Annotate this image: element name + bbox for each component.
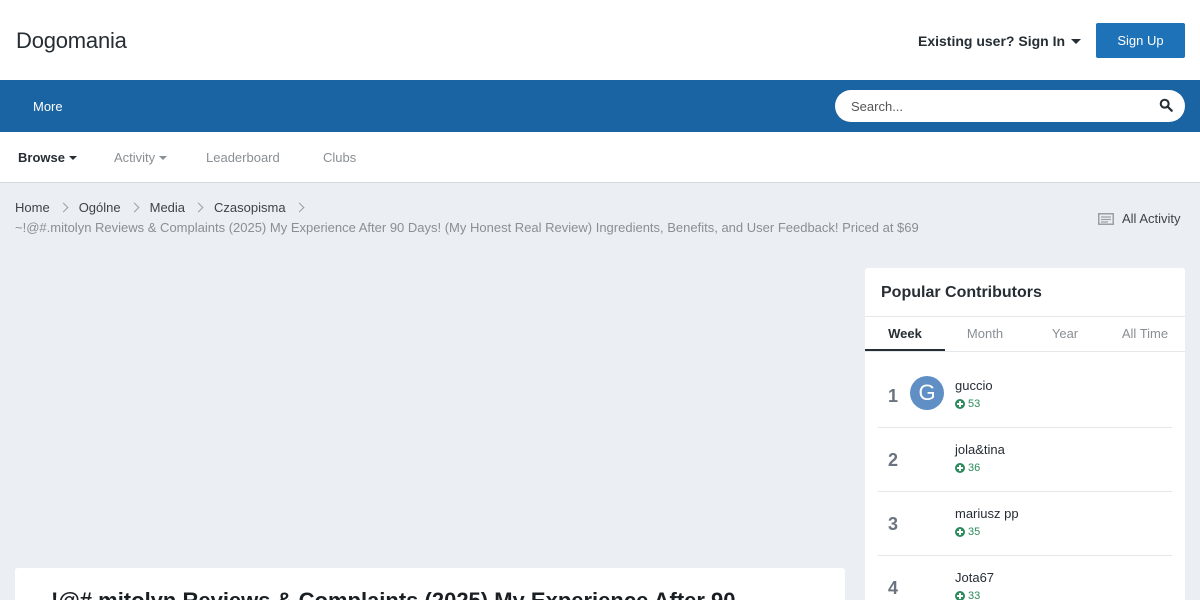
breadcrumb-media[interactable]: Media [150,200,185,215]
post-card: !@#.mitolyn Reviews & Complaints (2025) … [15,568,845,600]
tab-browse[interactable]: Browse [18,150,77,165]
search-input[interactable] [835,90,1135,122]
tab-year[interactable]: Year [1025,317,1105,351]
plus-circle-icon [955,527,965,537]
leader-rank: 4 [888,578,899,598]
leader-name[interactable]: guccio [955,378,993,393]
list-item: 3 mariusz pp 35 [878,492,1172,556]
chevron-down-icon [159,155,168,160]
plus-circle-icon [955,463,965,473]
search-button[interactable] [1159,98,1175,114]
secondary-nav: Browse Activity Leaderboard Clubs [0,132,1200,183]
leader-name[interactable]: mariusz pp [955,506,1019,521]
chevron-right-icon [294,202,305,213]
chevron-down-icon [1071,38,1082,44]
leader-list: 1 G guccio 53 2 jola&tina 36 3 mariusz p… [878,364,1172,600]
chevron-down-icon [68,155,77,160]
tab-clubs-label: Clubs [323,150,357,165]
post-title: !@#.mitolyn Reviews & Complaints (2025) … [51,588,736,600]
breadcrumb-home[interactable]: Home [15,200,50,215]
tab-week[interactable]: Week [865,317,945,351]
site-logo[interactable]: Dogomania [16,28,127,54]
leader-score: 36 [955,462,980,474]
list-item: 2 jola&tina 36 [878,428,1172,492]
breadcrumb-czasopisma[interactable]: Czasopisma [214,200,286,215]
widget-title: Popular Contributors [881,284,1042,301]
leader-score-value: 36 [968,462,981,474]
tab-leaderboard-label: Leaderboard [206,150,280,165]
chevron-right-icon [193,202,204,213]
site-header: Dogomania Existing user? Sign In Sign Up [0,0,1200,80]
plus-circle-icon [955,399,965,409]
chevron-right-icon [129,202,140,213]
breadcrumb-current: ~!@#.mitolyn Reviews & Complaints (2025)… [15,220,919,235]
search-icon [1159,98,1173,112]
widget-tabs: Week Month Year All Time [865,316,1185,352]
nav-more-link[interactable]: More [33,99,63,114]
leader-score-value: 33 [968,590,981,600]
tab-browse-label: Browse [18,150,65,165]
tab-activity-label: Activity [114,150,156,165]
leader-score: 35 [955,526,980,538]
leader-rank: 1 [888,386,899,406]
breadcrumb: Home Ogólne Media Czasopisma [15,200,315,215]
list-item: 1 G guccio 53 [878,364,1172,428]
sign-in-label: Existing user? Sign In [918,33,1066,49]
list-item: 4 Jota67 33 [878,556,1172,600]
tab-leaderboard[interactable]: Leaderboard [206,150,280,165]
leader-rank: 3 [888,514,899,534]
tab-clubs[interactable]: Clubs [323,150,356,165]
search-box [835,90,1185,122]
chevron-right-icon [58,202,69,213]
sign-in-dropdown[interactable]: Existing user? Sign In [918,33,1082,49]
all-activity-link[interactable]: All Activity [1098,211,1181,226]
sign-up-button[interactable]: Sign Up [1096,23,1185,58]
tab-month[interactable]: Month [945,317,1025,351]
tab-all-time[interactable]: All Time [1105,317,1185,351]
activity-feed-icon [1098,212,1114,225]
leader-name[interactable]: Jota67 [955,570,994,585]
leader-name[interactable]: jola&tina [955,442,1005,457]
avatar[interactable]: G [910,376,944,410]
leader-score: 33 [955,590,980,600]
plus-circle-icon [955,591,965,600]
breadcrumb-ogolne[interactable]: Ogólne [79,200,121,215]
all-activity-label: All Activity [1122,211,1181,226]
popular-contributors-widget: Popular Contributors Week Month Year All… [865,268,1185,600]
leader-rank: 2 [888,450,899,470]
tab-activity[interactable]: Activity [114,150,168,165]
leader-score-value: 35 [968,526,981,538]
primary-navbar: More [0,80,1200,132]
leader-score-value: 53 [968,398,981,410]
leader-score: 53 [955,398,980,410]
